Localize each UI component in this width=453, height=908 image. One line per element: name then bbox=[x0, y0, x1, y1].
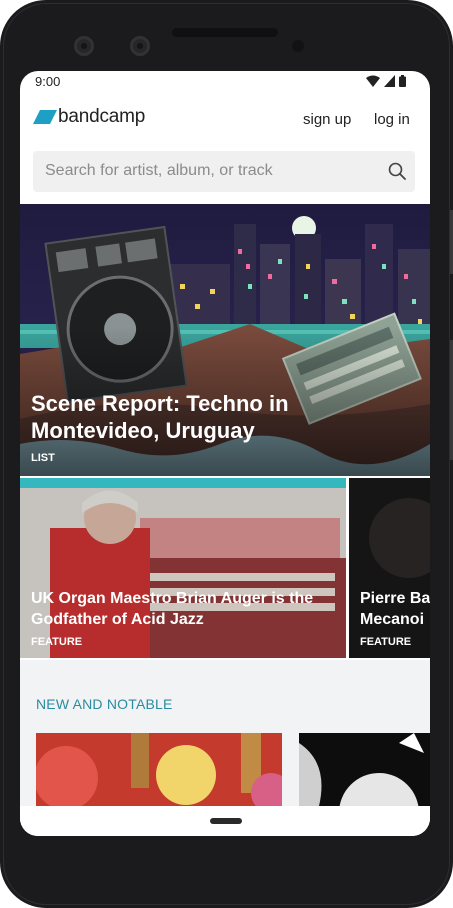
hero-title-line2: Montevideo, Uruguay bbox=[31, 418, 255, 443]
hero-title[interactable]: Scene Report: Techno in Montevideo, Urug… bbox=[31, 390, 321, 444]
hero-title-line1: Scene Report: Techno in bbox=[31, 391, 289, 416]
front-sensor bbox=[130, 36, 150, 56]
wifi-icon bbox=[366, 75, 380, 87]
sign-up-link[interactable]: sign up bbox=[303, 111, 351, 128]
status-time: 9:00 bbox=[35, 74, 61, 89]
search-input[interactable]: Search for artist, album, or track bbox=[33, 151, 415, 192]
earpiece-speaker bbox=[172, 28, 278, 37]
section-heading: NEW AND NOTABLE bbox=[36, 696, 173, 712]
system-nav-bar bbox=[20, 806, 430, 836]
logo-wordmark: bandcamp bbox=[58, 106, 146, 127]
bandcamp-logo[interactable]: bandcamp bbox=[33, 106, 145, 128]
album-card[interactable] bbox=[299, 733, 430, 806]
app-header: bandcamp sign up log in bbox=[20, 93, 430, 149]
feature-card-title: UK Organ Maestro Brian Auger is the Godf… bbox=[31, 588, 313, 630]
app-screen: 9:00 bandcamp sign up log in Search for … bbox=[20, 71, 430, 836]
feature-card[interactable]: UK Organ Maestro Brian Auger is the Godf… bbox=[20, 478, 346, 658]
status-bar: 9:00 bbox=[20, 71, 430, 93]
search-icon[interactable] bbox=[388, 162, 406, 180]
search-placeholder: Search for artist, album, or track bbox=[45, 162, 273, 179]
phone-frame: 9:00 bandcamp sign up log in Search for … bbox=[0, 0, 453, 908]
feature-card-title: Pierre Ba Mecanoi bbox=[360, 588, 430, 630]
hero-story[interactable]: Scene Report: Techno in Montevideo, Urug… bbox=[20, 204, 430, 476]
feature-card-title-line2: Mecanoi bbox=[360, 611, 425, 628]
album-card[interactable] bbox=[36, 733, 282, 806]
album-art bbox=[299, 733, 430, 806]
feature-card-title-line2: Godfather of Acid Jazz bbox=[31, 611, 204, 628]
battery-icon bbox=[399, 75, 406, 87]
feature-card-image bbox=[349, 478, 430, 658]
feature-card-tag: FEATURE bbox=[31, 636, 83, 648]
album-art bbox=[36, 733, 282, 806]
signal-icon bbox=[384, 75, 395, 87]
home-gesture-pill[interactable] bbox=[210, 818, 242, 824]
feature-card-title-line1: UK Organ Maestro Brian Auger is the bbox=[31, 590, 314, 607]
feature-card-title-line1: Pierre Ba bbox=[360, 590, 430, 607]
bandcamp-logo-icon bbox=[33, 110, 57, 124]
status-icons bbox=[366, 74, 406, 88]
hero-tag: LIST bbox=[31, 452, 55, 464]
front-camera bbox=[74, 36, 94, 56]
log-in-link[interactable]: log in bbox=[374, 111, 410, 128]
feature-card-image bbox=[20, 478, 346, 658]
feature-carousel[interactable]: UK Organ Maestro Brian Auger is the Godf… bbox=[20, 476, 430, 660]
proximity-sensor bbox=[292, 40, 304, 52]
feature-card[interactable]: Pierre Ba Mecanoi FEATURE bbox=[349, 478, 430, 658]
feature-card-tag: FEATURE bbox=[360, 636, 412, 648]
